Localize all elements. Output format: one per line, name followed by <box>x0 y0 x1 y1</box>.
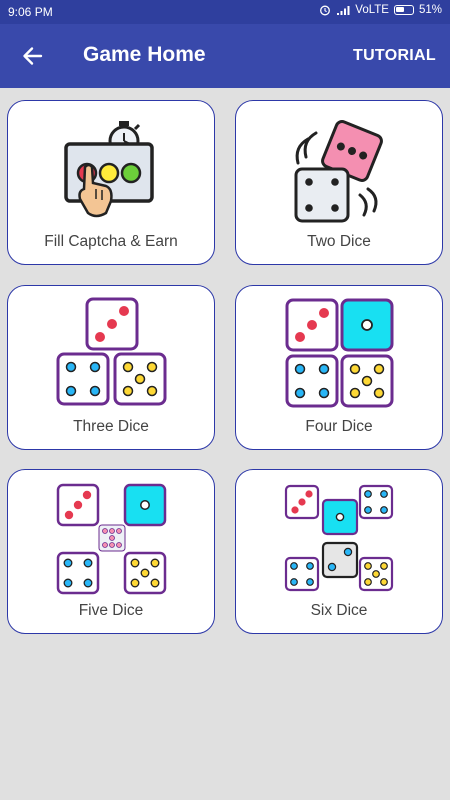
arrow-left-icon <box>23 47 43 65</box>
card-label: Five Dice <box>78 602 144 619</box>
page-title: Game Home <box>83 43 206 66</box>
card-label: Fill Captcha & Earn <box>44 233 178 250</box>
card-label: Four Dice <box>305 418 373 435</box>
status-icons: VoLTE 51% <box>319 4 442 16</box>
card-four-dice[interactable]: Four Dice <box>235 285 443 450</box>
card-three-dice[interactable]: Three Dice <box>7 285 215 450</box>
card-label: Three Dice <box>73 418 149 435</box>
two-dice-icon <box>294 120 383 223</box>
three-dice-icon <box>56 297 167 406</box>
card-two-dice[interactable]: Two Dice <box>235 100 443 265</box>
six-dice-icon <box>284 484 394 592</box>
five-dice-icon <box>56 483 167 595</box>
back-button[interactable] <box>14 38 50 74</box>
tutorial-button[interactable]: TUTORIAL <box>353 47 436 65</box>
card-label: Six Dice <box>310 602 368 619</box>
four-dice-icon <box>285 298 394 408</box>
app-bar: Game Home TUTORIAL <box>0 24 450 88</box>
battery-icon <box>393 5 414 15</box>
signal-icon <box>337 5 350 15</box>
card-fill-captcha[interactable]: Fill Captcha & Earn <box>7 100 215 265</box>
captcha-touch-icon <box>64 121 154 218</box>
card-label: Two Dice <box>307 233 371 250</box>
alarm-icon <box>320 5 331 16</box>
status-time: 9:06 PM <box>8 5 53 19</box>
network-label: VoLTE <box>355 4 389 16</box>
card-five-dice[interactable]: Five Dice <box>7 469 215 634</box>
status-bar: 9:06 PM VoLTE 51% <box>0 0 450 24</box>
card-six-dice[interactable]: Six Dice <box>235 469 443 634</box>
battery-percent: 51% <box>418 4 442 16</box>
